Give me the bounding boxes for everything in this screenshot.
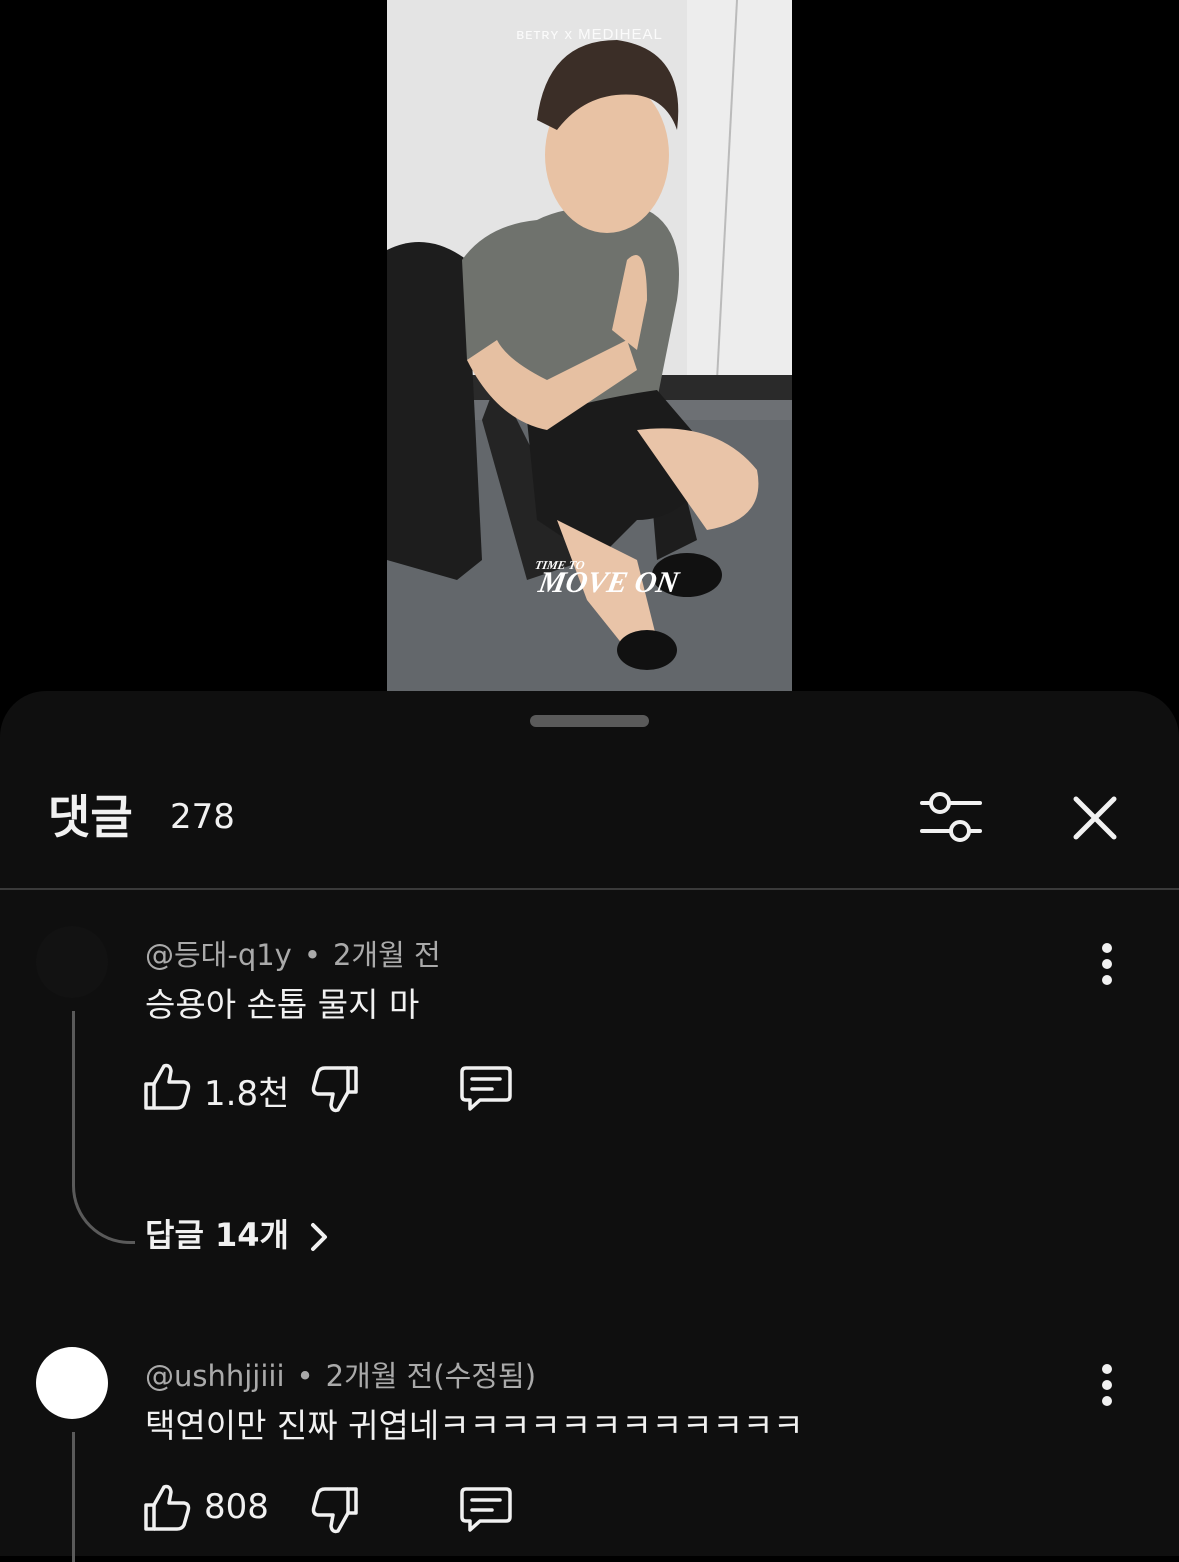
comments-count: 278 (170, 797, 235, 837)
view-replies-button[interactable]: 답글 14개 (145, 1210, 333, 1256)
thumbs-down-icon (311, 1487, 358, 1534)
meta-separator: • (303, 938, 321, 972)
like-button[interactable] (140, 1481, 194, 1535)
header-divider (0, 888, 1179, 890)
like-count: 808 (204, 1487, 269, 1527)
drag-handle[interactable] (530, 715, 649, 727)
comment-time: 2개월 전(수정됨) (325, 1359, 537, 1393)
thread-line (72, 1432, 135, 1562)
comment-meta: @ushhjjiii • 2개월 전(수정됨) (145, 1353, 536, 1395)
comment-more-button[interactable] (1090, 940, 1124, 990)
comment-text: 택연이만 진짜 귀엽네ㅋㅋㅋㅋㅋㅋㅋㅋㅋㅋㅋㅋ (145, 1406, 804, 1445)
video-frame[interactable]: ʙᴇᴛʀʏ x MEDIHEAL TIME TO MOVE ON (387, 0, 792, 692)
comment-author[interactable]: @ushhjjiii (145, 1359, 285, 1393)
meta-separator: • (296, 1359, 314, 1393)
comments-title: 댓글 (48, 790, 133, 844)
thread-line (72, 1011, 135, 1244)
comment-actions: 1.8천 (140, 1060, 560, 1120)
reply-button[interactable] (458, 1483, 514, 1535)
dislike-button[interactable] (308, 1062, 362, 1116)
thumbs-up-icon (144, 1484, 191, 1531)
dislike-button[interactable] (308, 1483, 362, 1537)
comment-more-button[interactable] (1090, 1361, 1124, 1411)
comment-reply-icon (460, 1487, 512, 1532)
avatar[interactable] (36, 926, 108, 998)
thumbs-down-icon (311, 1066, 358, 1113)
avatar[interactable] (36, 1347, 108, 1419)
close-icon (1073, 796, 1117, 840)
comment-time: 2개월 전 (332, 938, 441, 972)
replies-label: 답글 14개 (145, 1216, 289, 1254)
video-player[interactable]: ʙᴇᴛʀʏ x MEDIHEAL TIME TO MOVE ON (0, 0, 1179, 692)
comment-meta: @등대-q1y • 2개월 전 (145, 932, 441, 974)
video-watermark: ʙᴇᴛʀʏ x MEDIHEAL (516, 26, 663, 43)
chevron-right-icon (311, 1223, 327, 1251)
sliders-icon (920, 792, 982, 842)
more-vertical-icon (1102, 1364, 1112, 1406)
sort-filter-button[interactable] (918, 787, 984, 847)
reply-button[interactable] (458, 1062, 514, 1114)
thumbs-up-icon (144, 1063, 191, 1110)
video-overlay-text-big: MOVE ON (536, 566, 682, 599)
more-vertical-icon (1102, 943, 1112, 985)
comment-author[interactable]: @등대-q1y (145, 938, 292, 972)
like-button[interactable] (140, 1060, 194, 1114)
comments-sheet: 댓글 278 @등대-q1y • 2개월 전 승용아 손톱 물지 마 1.8천 … (0, 691, 1179, 1562)
comment-actions: 808 (140, 1481, 560, 1541)
like-count: 1.8천 (204, 1074, 290, 1114)
comment-text: 승용아 손톱 물지 마 (145, 985, 420, 1024)
close-button[interactable] (1066, 789, 1124, 847)
comment-reply-icon (460, 1066, 512, 1111)
